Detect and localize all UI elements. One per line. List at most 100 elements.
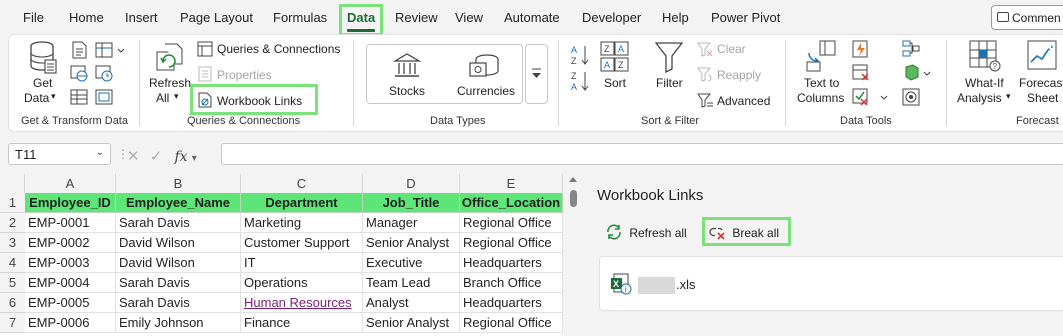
row-header[interactable]: 7 (0, 313, 25, 333)
row-header[interactable]: 1 (0, 193, 25, 213)
tab-formulas[interactable]: Formulas (273, 10, 327, 25)
recent-data-icon[interactable] (95, 88, 113, 106)
from-text-icon[interactable] (70, 41, 88, 59)
consolidate-icon[interactable] (902, 40, 920, 58)
table-cell[interactable]: Regional Office (460, 313, 563, 333)
filter-icon[interactable] (655, 41, 683, 73)
table-cell[interactable]: Headquarters (460, 253, 563, 273)
tab-page-layout[interactable]: Page Layout (180, 10, 253, 25)
advanced-label[interactable]: Advanced (717, 94, 770, 108)
table-cell[interactable]: Emily Johnson (116, 313, 241, 333)
vertical-scrollbar[interactable] (563, 174, 585, 336)
table-cell[interactable]: EMP-0002 (25, 233, 116, 253)
tab-power-pivot[interactable]: Power Pivot (711, 10, 780, 25)
table-cell[interactable]: David Wilson (116, 253, 241, 273)
row-header[interactable]: 2 (0, 213, 25, 233)
refresh-all-button[interactable]: Refresh all (605, 224, 687, 240)
table-cell[interactable]: Sarah Davis (116, 293, 241, 313)
filter-label[interactable]: Filter (656, 76, 683, 91)
select-all-corner[interactable] (0, 174, 25, 193)
remove-duplicates-icon[interactable] (852, 64, 870, 82)
name-box[interactable]: T11 ⌄ (8, 143, 111, 165)
table-cell[interactable]: Executive (363, 253, 460, 273)
insert-function-icon[interactable]: fx (175, 149, 188, 165)
table-cell[interactable]: Marketing (241, 213, 363, 233)
refresh-all-label-2[interactable]: All (156, 91, 169, 106)
forecast-sheet-label[interactable]: Forecast (1019, 76, 1063, 91)
table-cell[interactable]: Sarah Davis (116, 273, 241, 293)
table-cell[interactable]: Team Lead (363, 273, 460, 293)
table-cell[interactable]: Regional Office (460, 233, 563, 253)
advanced-filter-icon[interactable] (697, 92, 713, 108)
sort-z-to-a-icon[interactable]: ZA (570, 70, 590, 92)
get-data-label[interactable]: Get (33, 76, 52, 91)
tab-file[interactable]: File (23, 10, 44, 25)
tab-home[interactable]: Home (69, 10, 104, 25)
table-cell[interactable]: Operations (241, 273, 363, 293)
table-cell[interactable]: EMP-0003 (25, 253, 116, 273)
table-cell[interactable]: Senior Analyst (363, 233, 460, 253)
what-if-analysis-icon[interactable]: ? (969, 40, 1001, 72)
tab-developer[interactable]: Developer (582, 10, 641, 25)
table-cell[interactable]: IT (241, 253, 363, 273)
cancel-icon[interactable]: ✕ (127, 148, 140, 165)
sort-a-to-z-icon[interactable]: AZ (570, 44, 590, 66)
column-header-a[interactable]: A (25, 174, 116, 193)
column-header-c[interactable]: C (241, 174, 363, 193)
flash-fill-icon[interactable] (852, 40, 870, 58)
text-to-columns-icon[interactable] (806, 40, 836, 72)
data-validation-icon[interactable] (852, 88, 890, 106)
table-cell[interactable]: EMP-0006 (25, 313, 116, 333)
table-cell[interactable]: EMP-0001 (25, 213, 116, 233)
table-cell[interactable]: Regional Office (460, 213, 563, 233)
comments-button[interactable]: Commen (991, 5, 1063, 30)
sort-icon[interactable]: Z AA Z (600, 41, 630, 73)
chevron-down-icon[interactable]: ⌄ (96, 147, 104, 158)
hyperlink-cell[interactable]: Human Resources (241, 293, 363, 313)
queries-connections-icon[interactable] (197, 41, 213, 57)
from-web-icon[interactable] (70, 64, 88, 82)
tab-review[interactable]: Review (395, 10, 438, 25)
relationships-icon[interactable] (902, 64, 932, 82)
table-cell[interactable]: Finance (241, 313, 363, 333)
column-header-d[interactable]: D (363, 174, 460, 193)
table-cell[interactable]: Manager (363, 213, 460, 233)
manage-data-model-icon[interactable] (902, 88, 920, 106)
header-cell-department[interactable]: Department (241, 193, 363, 213)
queries-connections-label[interactable]: Queries & Connections (217, 42, 340, 56)
table-cell[interactable]: Branch Office (460, 273, 563, 293)
get-data-icon[interactable] (29, 40, 57, 74)
scrollbar-thumb[interactable] (570, 190, 577, 207)
what-if-label[interactable]: What-If (965, 76, 1004, 91)
forecast-sheet-label-2[interactable]: Sheet (1027, 91, 1058, 106)
tab-automate[interactable]: Automate (504, 10, 560, 25)
text-to-columns-label[interactable]: Text to (804, 76, 839, 91)
tab-insert[interactable]: Insert (125, 10, 158, 25)
existing-connections-icon[interactable] (95, 64, 113, 82)
table-cell[interactable]: David Wilson (116, 233, 241, 253)
table-cell[interactable]: Headquarters (460, 293, 563, 313)
what-if-label-2[interactable]: Analysis (957, 91, 1002, 106)
table-cell[interactable]: Sarah Davis (116, 213, 241, 233)
header-cell-employee-name[interactable]: Employee_Name (116, 193, 241, 213)
from-table-icon[interactable] (70, 88, 88, 106)
tab-view[interactable]: View (455, 10, 483, 25)
table-cell[interactable]: EMP-0004 (25, 273, 116, 293)
get-data-label-2[interactable]: Data (24, 91, 49, 106)
header-cell-job-title[interactable]: Job_Title (363, 193, 460, 213)
column-header-e[interactable]: E (460, 174, 563, 193)
stocks-label[interactable]: Stocks (389, 84, 425, 99)
row-header[interactable]: 6 (0, 293, 25, 313)
table-cell[interactable]: Analyst (363, 293, 460, 313)
refresh-all-label[interactable]: Refresh (149, 76, 191, 91)
row-header[interactable]: 3 (0, 233, 25, 253)
currencies-label[interactable]: Currencies (457, 84, 515, 99)
forecast-sheet-icon[interactable] (1027, 40, 1059, 72)
sort-label[interactable]: Sort (604, 76, 626, 91)
stocks-icon[interactable] (393, 53, 421, 79)
currencies-icon[interactable] (469, 53, 501, 79)
formula-input[interactable] (221, 143, 1063, 165)
column-header-b[interactable]: B (116, 174, 241, 193)
table-cell[interactable]: Customer Support (241, 233, 363, 253)
header-cell-office-location[interactable]: Office_Location (460, 193, 563, 213)
